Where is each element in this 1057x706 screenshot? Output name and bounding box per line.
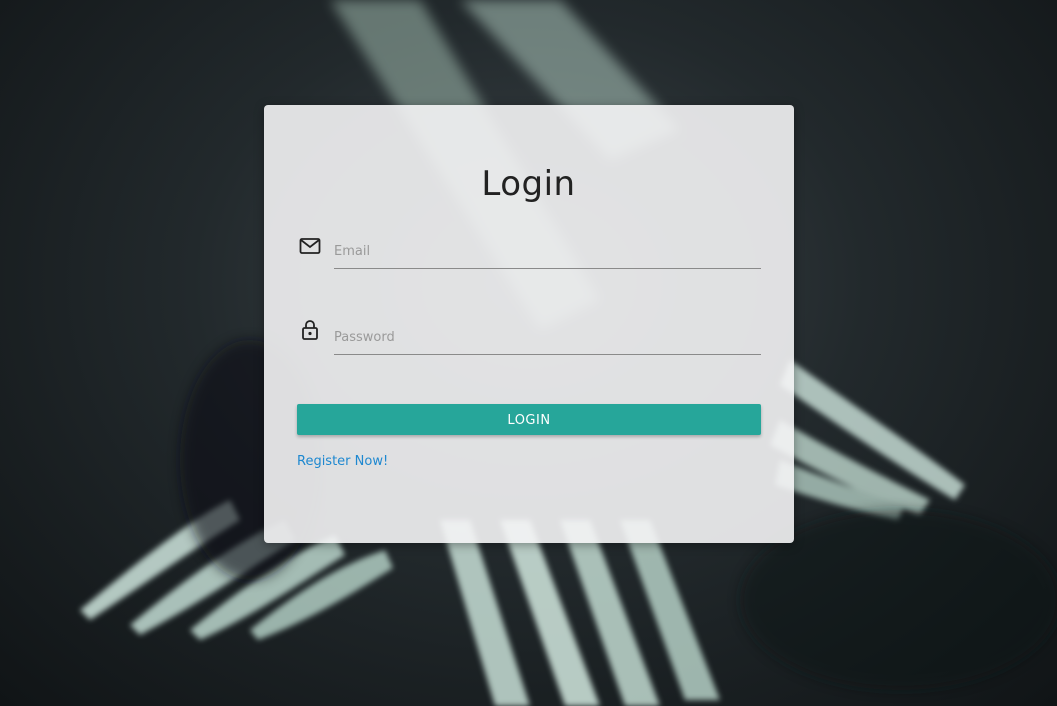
login-button[interactable]: LOGIN	[297, 404, 761, 435]
password-field-group	[296, 320, 762, 364]
password-input[interactable]	[334, 320, 761, 355]
email-field-group	[296, 234, 762, 278]
envelope-icon	[298, 234, 322, 258]
lock-icon	[298, 318, 322, 342]
register-link[interactable]: Register Now!	[297, 454, 388, 469]
page-title: Login	[481, 164, 576, 204]
email-input[interactable]	[334, 234, 761, 269]
